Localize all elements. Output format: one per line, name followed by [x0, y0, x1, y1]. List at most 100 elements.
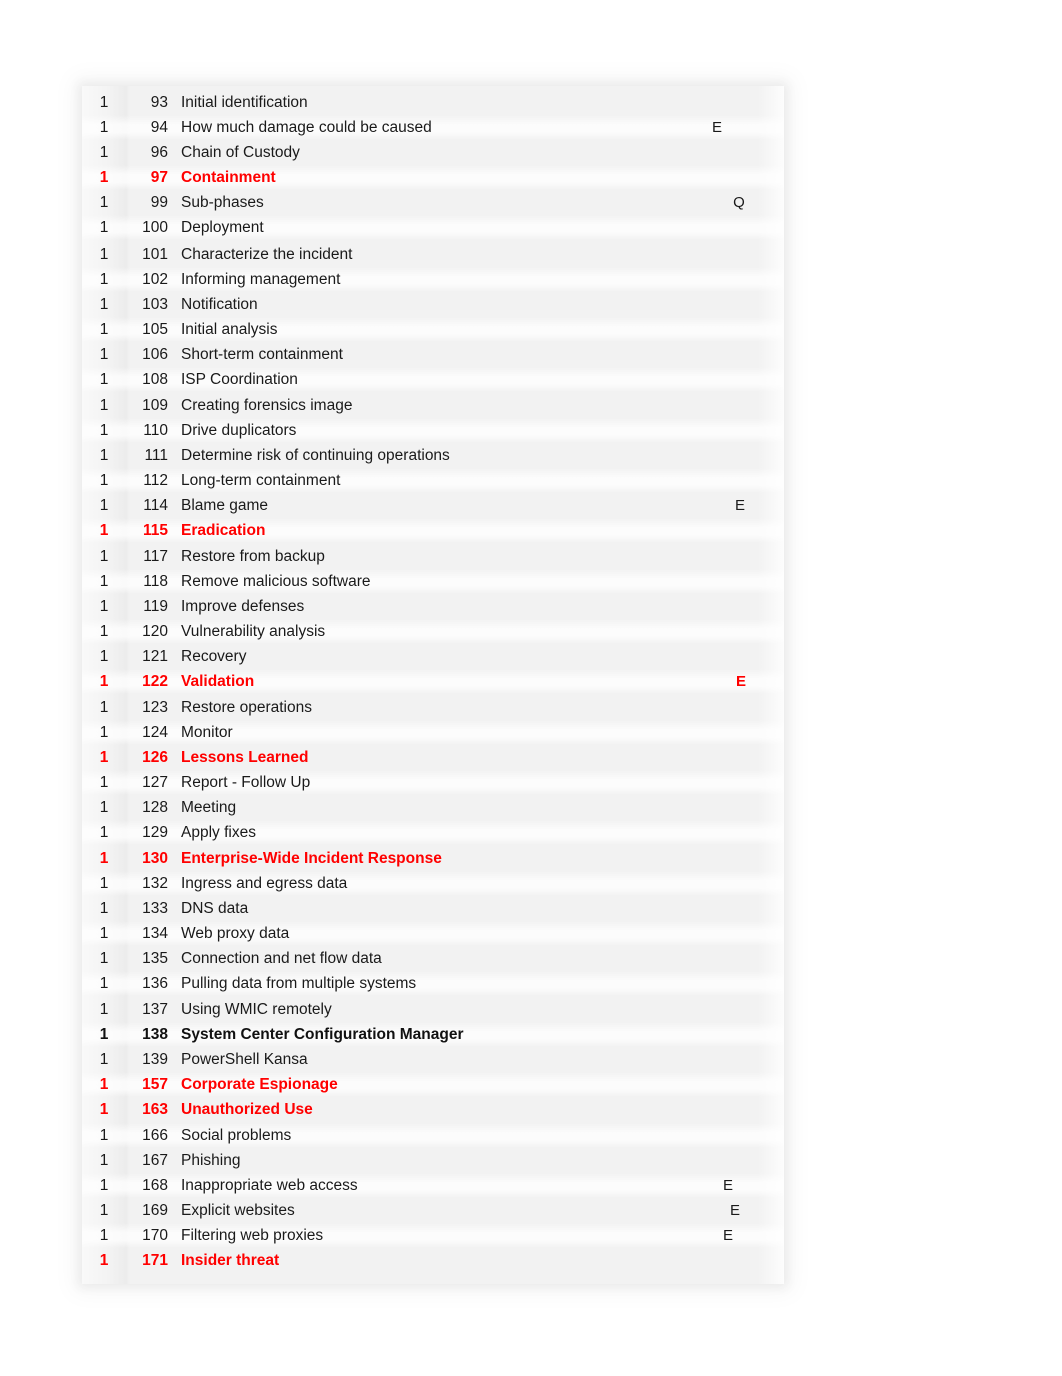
row-flag: 1 [99, 447, 109, 464]
row-id: 168 [142, 1177, 168, 1194]
row-label: Apply fixes [181, 824, 256, 841]
table-row[interactable]: 1 127 Report - Follow Up [82, 770, 784, 795]
row-label: Chain of Custody [181, 144, 300, 161]
row-id: 127 [142, 774, 168, 791]
table-row[interactable]: 1 118 Remove malicious software [82, 569, 784, 594]
row-id: 94 [150, 119, 168, 136]
row-id: 103 [142, 296, 168, 313]
row-id: 163 [142, 1101, 168, 1118]
row-id: 138 [142, 1026, 168, 1043]
row-id: 136 [142, 975, 168, 992]
table-row[interactable]: 1 122 Validation E [82, 669, 784, 694]
row-label: Insider threat [181, 1252, 280, 1269]
table-row[interactable]: 1 132 Ingress and egress data [82, 871, 784, 896]
row-id: 109 [142, 397, 168, 414]
row-marker: E [734, 497, 745, 514]
row-flag: 1 [99, 144, 109, 161]
table-row[interactable]: 1 133 DNS data [82, 896, 784, 921]
table-row[interactable]: 1 128 Meeting [82, 795, 784, 820]
row-label: Validation [181, 673, 255, 690]
row-flag: 1 [99, 1152, 109, 1169]
table-row[interactable]: 1 171 Insider threat [82, 1248, 784, 1273]
row-label: Initial identification [181, 94, 308, 111]
row-label: Enterprise-Wide Incident Response [181, 850, 442, 867]
table-row[interactable]: 1 96 Chain of Custody [82, 140, 784, 165]
table-row[interactable]: 1 112 Long-term containment [82, 468, 784, 493]
table-row[interactable]: 1 168 Inappropriate web access E [82, 1173, 784, 1198]
table-row[interactable]: 1 163 Unauthorized Use [82, 1097, 784, 1122]
row-flag: 1 [99, 699, 109, 716]
row-label: Vulnerability analysis [181, 623, 326, 640]
table-row[interactable]: 1 94 How much damage could be caused E [82, 115, 784, 140]
row-id: 129 [142, 824, 168, 841]
row-flag: 1 [99, 1101, 109, 1118]
table-row[interactable]: 1 114 Blame game E [82, 493, 784, 518]
row-flag: 1 [99, 548, 109, 565]
table-row[interactable]: 1 93 Initial identification [82, 90, 784, 115]
table-row[interactable]: 1 136 Pulling data from multiple systems [82, 971, 784, 996]
row-marker: Q [733, 194, 745, 211]
row-flag: 1 [99, 194, 109, 211]
table-row[interactable]: 1 109 Creating forensics image [82, 393, 784, 418]
table-row[interactable]: 1 123 Restore operations [82, 695, 784, 720]
row-id: 170 [142, 1227, 168, 1244]
table-row[interactable]: 1 120 Vulnerability analysis [82, 619, 784, 644]
row-flag: 1 [99, 749, 109, 766]
row-flag: 1 [99, 497, 109, 514]
table-row[interactable]: 1 130 Enterprise-Wide Incident Response [82, 846, 784, 871]
row-marker: E [735, 673, 746, 690]
table-row[interactable]: 1 137 Using WMIC remotely [82, 997, 784, 1022]
row-label: ISP Coordination [181, 371, 298, 388]
row-label: Notification [181, 296, 258, 313]
row-label: Creating forensics image [181, 397, 353, 414]
row-label: Characterize the incident [181, 246, 353, 263]
row-flag: 1 [99, 1076, 109, 1093]
row-label: Drive duplicators [181, 422, 297, 439]
table-row[interactable]: 1 102 Informing management [82, 267, 784, 292]
table-row[interactable]: 1 99 Sub-phases Q [82, 190, 784, 215]
row-flag: 1 [99, 950, 109, 967]
table-row[interactable]: 1 97 Containment [82, 165, 784, 190]
row-id: 166 [142, 1127, 168, 1144]
table-row[interactable]: 1 170 Filtering web proxies E [82, 1223, 784, 1248]
table-row[interactable]: 1 110 Drive duplicators [82, 418, 784, 443]
table-row[interactable]: 1 108 ISP Coordination [82, 367, 784, 392]
table-row[interactable]: 1 101 Characterize the incident [82, 242, 784, 267]
table-row[interactable]: 1 135 Connection and net flow data [82, 946, 784, 971]
table-row[interactable]: 1 126 Lessons Learned [82, 745, 784, 770]
row-id: 119 [143, 598, 168, 615]
table-row[interactable]: 1 121 Recovery [82, 644, 784, 669]
row-label: Social problems [181, 1127, 292, 1144]
row-flag: 1 [99, 119, 109, 136]
row-flag: 1 [99, 346, 109, 363]
table-row[interactable]: 1 169 Explicit websites E [82, 1198, 784, 1223]
row-id: 93 [150, 94, 168, 111]
row-flag: 1 [99, 472, 109, 489]
row-marker: E [722, 1177, 733, 1194]
table-row[interactable]: 1 129 Apply fixes [82, 820, 784, 845]
table-row[interactable]: 1 119 Improve defenses [82, 594, 784, 619]
table-row[interactable]: 1 139 PowerShell Kansa [82, 1047, 784, 1072]
table-row[interactable]: 1 111 Determine risk of continuing operati… [82, 443, 784, 468]
table-row[interactable]: 1 106 Short-term containment [82, 342, 784, 367]
row-label: Short-term containment [181, 346, 343, 363]
table-row[interactable]: 1 166 Social problems [82, 1123, 784, 1148]
table-row[interactable]: 1 138 System Center Configuration Manager [82, 1022, 784, 1047]
row-id: 123 [142, 699, 168, 716]
row-flag: 1 [99, 1127, 109, 1144]
table-row[interactable]: 1 115 Eradication [82, 518, 784, 543]
table-row[interactable]: 1 124 Monitor [82, 720, 784, 745]
row-label: Improve defenses [181, 598, 305, 615]
table-row[interactable]: 1 103 Notification [82, 292, 784, 317]
row-flag: 1 [99, 296, 109, 313]
row-id: 100 [142, 219, 168, 236]
table-row[interactable]: 1 167 Phishing [82, 1148, 784, 1173]
row-id: 132 [142, 875, 168, 892]
table-row[interactable]: 1 157 Corporate Espionage [82, 1072, 784, 1097]
table-row[interactable]: 1 105 Initial analysis [82, 317, 784, 342]
row-label: Restore operations [181, 699, 312, 716]
row-id: 134 [142, 925, 168, 942]
table-row[interactable]: 1 117 Restore from backup [82, 544, 784, 569]
table-row[interactable]: 1 134 Web proxy data [82, 921, 784, 946]
table-row[interactable]: 1 100 Deployment [82, 215, 784, 240]
